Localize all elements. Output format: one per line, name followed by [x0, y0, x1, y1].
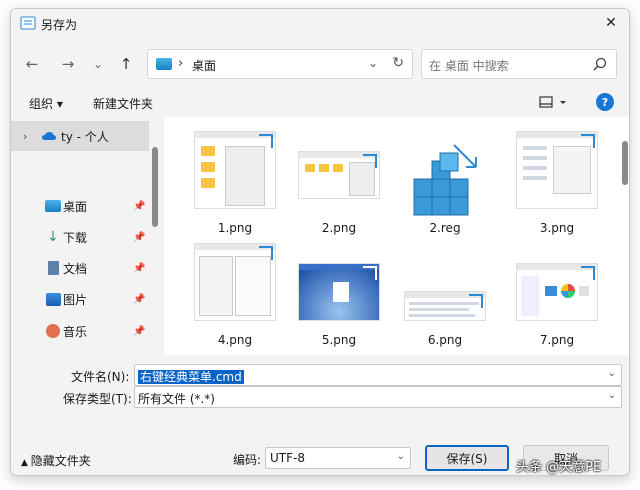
title-bar: 另存为 ✕ — [11, 9, 629, 37]
pin-icon: 📌 — [133, 231, 146, 243]
command-bar: 组织 ▾ 新建文件夹 ? — [11, 89, 629, 117]
file-name: 1.png — [217, 221, 253, 235]
pin-icon: 📌 — [133, 200, 146, 212]
hide-folders-label: 隐藏文件夹 — [30, 454, 91, 468]
forward-button[interactable]: → — [57, 53, 79, 75]
up-button[interactable]: ↑ — [115, 53, 137, 75]
sidebar-item-label: 图片 — [63, 292, 88, 307]
pin-icon: 📌 — [133, 293, 146, 305]
help-icon[interactable]: ? — [596, 93, 614, 111]
file-thumbnail — [516, 263, 598, 321]
sidebar-item-label: ty - 个人 — [61, 129, 109, 144]
file-name: 6.png — [427, 333, 463, 347]
search-icon — [593, 57, 607, 71]
filetype-value: 所有文件 (*.*) — [138, 392, 215, 406]
collapse-caret-icon: ▲ — [21, 458, 31, 468]
encoding-label: 编码: — [233, 453, 262, 467]
navigation-pane: › ty - 个人 桌面 📌 ↓ 下载 📌 文档 📌 图片 📌 音乐 📌 — [11, 117, 163, 355]
sidebar-item-label: 文档 — [63, 261, 88, 276]
refresh-icon[interactable]: ↻ — [392, 55, 404, 71]
filename-input[interactable]: 右键经典菜单.cmd ⌄ — [134, 364, 622, 386]
sidebar-item-onedrive[interactable]: › ty - 个人 — [11, 121, 149, 151]
file-thumbnail — [404, 291, 486, 321]
chevron-down-icon[interactable]: ⌄ — [608, 390, 616, 401]
file-item[interactable]: 4.png — [186, 243, 284, 355]
organize-button[interactable]: 组织 ▾ — [29, 95, 63, 112]
filetype-label: 保存类型(T): — [63, 392, 132, 406]
file-name: 2.reg — [429, 221, 461, 235]
search-placeholder: 在 桌面 中搜索 — [429, 59, 509, 73]
file-item[interactable]: 2.reg — [396, 131, 494, 243]
file-thumbnail — [298, 263, 380, 321]
sidebar-item-label: 下载 — [63, 230, 88, 245]
file-item[interactable]: 6.png — [396, 243, 494, 355]
file-item[interactable]: 7.png — [508, 243, 606, 355]
file-list: 1.png 2.png 2.reg 3.png 4.png 5.png 6.pn… — [164, 117, 629, 355]
sidebar-item-documents[interactable]: 文档 📌 — [11, 253, 149, 283]
file-item[interactable]: 1.png — [186, 131, 284, 243]
download-icon: ↓ — [47, 229, 59, 245]
notepad-icon — [20, 16, 36, 30]
sidebar-item-label: 桌面 — [63, 199, 88, 214]
file-thumbnail — [194, 131, 276, 209]
desktop-folder-icon — [156, 58, 172, 70]
file-item[interactable]: 3.png — [508, 131, 606, 243]
recent-locations-button[interactable]: ⌄ — [87, 53, 109, 75]
music-icon — [45, 324, 61, 338]
pictures-icon — [45, 292, 61, 306]
file-thumbnail — [298, 151, 380, 199]
file-thumbnail — [194, 243, 276, 321]
watermark-text: 头条 @天意PE — [516, 460, 602, 475]
encoding-select[interactable]: UTF-8 ⌄ — [265, 447, 411, 469]
save-as-dialog: 另存为 ✕ ← → ⌄ ↑ › 桌面 ⌄ ↻ 在 桌面 中搜索 组织 ▾ 新建文… — [10, 8, 630, 476]
navigation-bar: ← → ⌄ ↑ › 桌面 ⌄ ↻ 在 桌面 中搜索 — [11, 41, 629, 83]
search-box[interactable]: 在 桌面 中搜索 — [421, 49, 617, 79]
back-button[interactable]: ← — [21, 53, 43, 75]
sidebar-item-desktop[interactable]: 桌面 📌 — [11, 191, 149, 221]
pin-icon: 📌 — [133, 325, 146, 337]
breadcrumb-desktop[interactable]: 桌面 — [192, 57, 216, 74]
file-name: 7.png — [539, 333, 575, 347]
expand-chevron-icon[interactable]: › — [23, 130, 27, 143]
file-name: 3.png — [539, 221, 575, 235]
file-name: 2.png — [321, 221, 357, 235]
address-dropdown-icon[interactable]: ⌄ — [368, 56, 378, 70]
registry-file-icon — [413, 144, 477, 216]
file-name: 4.png — [217, 333, 253, 347]
file-thumbnail — [516, 131, 598, 209]
document-icon — [45, 261, 61, 275]
save-button[interactable]: 保存(S) — [425, 445, 509, 471]
sidebar-item-pictures[interactable]: 图片 📌 — [11, 284, 149, 314]
sidebar-item-downloads[interactable]: ↓ 下载 📌 — [11, 222, 149, 252]
view-options-icon[interactable] — [536, 94, 570, 110]
filetype-select[interactable]: 所有文件 (*.*) ⌄ — [134, 386, 622, 408]
address-bar[interactable]: › 桌面 ⌄ ↻ — [147, 49, 413, 79]
file-list-scrollbar[interactable] — [622, 141, 628, 185]
file-item[interactable]: 2.png — [290, 131, 388, 243]
filename-value[interactable]: 右键经典菜单.cmd — [138, 370, 244, 384]
desktop-icon — [45, 199, 61, 213]
filename-label: 文件名(N): — [71, 370, 130, 384]
sidebar-scrollbar[interactable] — [152, 147, 158, 227]
file-item[interactable]: 5.png — [290, 243, 388, 355]
sidebar-item-label: 音乐 — [63, 324, 88, 339]
cloud-icon — [42, 132, 56, 140]
file-name: 5.png — [321, 333, 357, 347]
new-folder-button[interactable]: 新建文件夹 — [93, 95, 153, 112]
encoding-value: UTF-8 — [270, 451, 305, 465]
pin-icon: 📌 — [133, 262, 146, 274]
window-title: 另存为 — [41, 18, 78, 32]
hide-folders-toggle[interactable]: ▲ 隐藏文件夹 — [21, 452, 91, 469]
close-button[interactable]: ✕ — [599, 13, 623, 33]
sidebar-item-music[interactable]: 音乐 📌 — [11, 316, 149, 346]
chevron-down-icon[interactable]: ⌄ — [397, 451, 405, 462]
chevron-down-icon[interactable]: ⌄ — [608, 368, 616, 379]
breadcrumb-separator-icon: › — [178, 56, 184, 71]
